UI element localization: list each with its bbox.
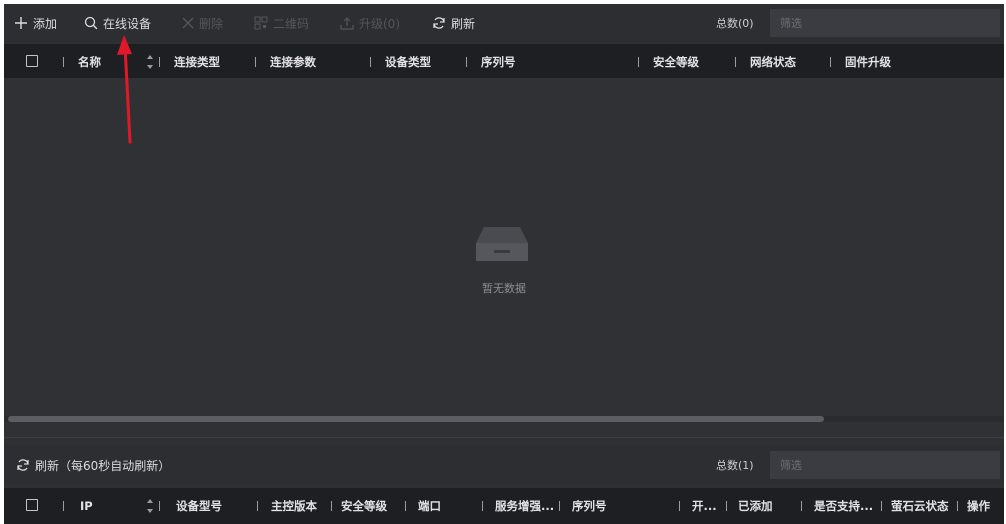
toolbar: 添加 在线设备 删除 二维码 升级(0) 刷新 总数(0) (4, 4, 1004, 42)
column-actions[interactable]: 操作 (967, 488, 990, 524)
device-table-body (4, 78, 1004, 438)
empty-box-icon (476, 227, 528, 261)
column-security-level[interactable]: 安全等级 (653, 44, 699, 80)
section-divider (4, 437, 1004, 438)
column-separator (830, 57, 831, 67)
delete-button[interactable]: 删除 (182, 4, 223, 42)
column-supported[interactable]: 是否支持... (814, 488, 873, 524)
qrcode-button[interactable]: 二维码 (254, 4, 309, 42)
column-serial-number[interactable]: 序列号 (481, 44, 516, 80)
column-separator (63, 57, 64, 67)
scrollbar-thumb[interactable] (8, 416, 824, 422)
column-connection-type[interactable]: 连接类型 (174, 44, 220, 80)
filter-input[interactable] (770, 9, 1000, 37)
close-icon (182, 17, 194, 29)
online-filter-input[interactable] (770, 451, 1000, 479)
column-separator (331, 501, 332, 511)
column-name[interactable]: 名称 (78, 44, 101, 80)
column-connection-params[interactable]: 连接参数 (270, 44, 316, 80)
column-separator (726, 501, 727, 511)
column-separator (801, 501, 802, 511)
column-separator (466, 57, 467, 67)
delete-label: 删除 (199, 16, 224, 31)
column-serial-number[interactable]: 序列号 (572, 488, 607, 524)
column-separator (881, 501, 882, 511)
column-separator (370, 57, 371, 67)
select-all-checkbox[interactable] (26, 55, 38, 67)
column-separator (559, 501, 560, 511)
column-separator (482, 501, 483, 511)
column-separator (957, 501, 958, 511)
total-count: 总数(0) (716, 17, 754, 30)
sort-icon[interactable] (146, 497, 154, 515)
sort-icon[interactable] (146, 53, 154, 71)
column-added[interactable]: 已添加 (738, 488, 773, 524)
online-total-count: 总数(1) (716, 459, 754, 472)
column-separator (679, 501, 680, 511)
column-port[interactable]: 端口 (418, 488, 441, 524)
empty-state-text: 暂无数据 (482, 282, 526, 295)
refresh-label: 刷新 (451, 16, 476, 31)
column-ezviz-status[interactable]: 萤石云状态 (891, 488, 949, 524)
auto-refresh-label: 刷新（每60秒自动刷新） (35, 458, 171, 473)
column-separator (735, 57, 736, 67)
column-enabled[interactable]: 开... (692, 488, 717, 524)
online-select-all-checkbox[interactable] (26, 499, 38, 511)
auto-refresh-button[interactable]: 刷新（每60秒自动刷新） (16, 446, 170, 484)
qrcode-label: 二维码 (273, 16, 310, 31)
column-firmware-upgrade[interactable]: 固件升级 (845, 44, 891, 80)
online-devices-label: 在线设备 (103, 16, 152, 31)
column-ip[interactable]: IP (80, 488, 93, 524)
column-separator (255, 57, 256, 67)
upgrade-label: 升级(0) (359, 16, 400, 31)
column-separator (63, 501, 64, 511)
column-main-version[interactable]: 主控版本 (271, 488, 317, 524)
column-separator (159, 501, 160, 511)
search-icon (84, 16, 98, 30)
column-separator (257, 501, 258, 511)
column-service-enhance[interactable]: 服务增强... (495, 488, 554, 524)
add-button[interactable]: 添加 (14, 4, 57, 42)
column-device-model[interactable]: 设备型号 (176, 488, 222, 524)
column-security-level[interactable]: 安全等级 (341, 488, 387, 524)
column-separator (638, 57, 639, 67)
online-devices-button[interactable]: 在线设备 (84, 4, 151, 42)
column-network-status[interactable]: 网络状态 (750, 44, 796, 80)
online-table-header: IP 设备型号 主控版本 安全等级 端口 服务增强... 序列号 开... 已添… (4, 488, 1004, 524)
refresh-button[interactable]: 刷新 (432, 4, 475, 42)
upgrade-button[interactable]: 升级(0) (340, 4, 400, 42)
column-device-type[interactable]: 设备类型 (385, 44, 431, 80)
online-devices-toolbar: 刷新（每60秒自动刷新） 总数(1) (4, 446, 1004, 484)
add-label: 添加 (33, 16, 58, 31)
refresh-icon (433, 17, 445, 29)
plus-icon (15, 17, 27, 29)
device-table-header: 名称 连接类型 连接参数 设备类型 序列号 安全等级 网络状态 固件升级 (4, 44, 1004, 80)
refresh-icon (17, 459, 29, 471)
upload-icon (340, 17, 354, 30)
column-separator (159, 57, 160, 67)
column-separator (405, 501, 406, 511)
device-manager-panel: 添加 在线设备 删除 二维码 升级(0) 刷新 总数(0) 名称 (4, 4, 1004, 524)
qrcode-icon (254, 16, 268, 30)
